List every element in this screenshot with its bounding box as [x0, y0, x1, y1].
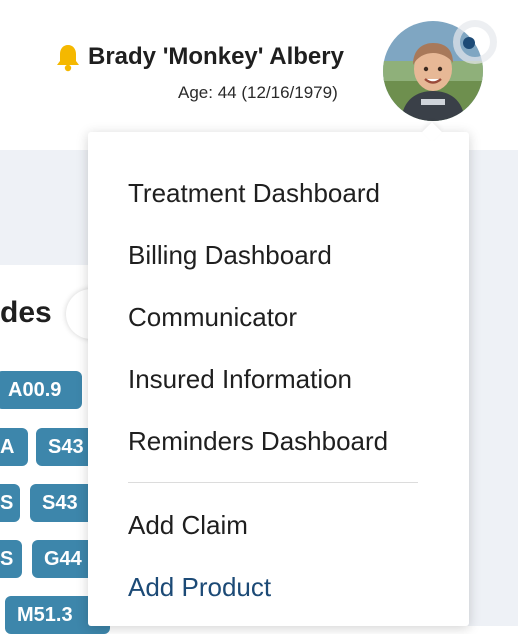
menu-item-insured-information[interactable]: Insured Information [128, 364, 352, 395]
code-chip[interactable]: S [0, 540, 22, 578]
menu-item-billing-dashboard[interactable]: Billing Dashboard [128, 240, 332, 271]
menu-item-add-product[interactable]: Add Product [128, 572, 271, 603]
menu-item-treatment-dashboard[interactable]: Treatment Dashboard [128, 178, 380, 209]
status-dot-icon [463, 37, 475, 49]
menu-item-communicator[interactable]: Communicator [128, 302, 297, 333]
code-chip[interactable]: A [0, 428, 28, 466]
presence-ring [453, 20, 497, 64]
bell-icon[interactable] [55, 43, 81, 73]
codes-card-title: des [0, 296, 52, 329]
menu-divider [128, 482, 418, 483]
code-chip[interactable]: A00.9 [0, 371, 82, 409]
menu-item-add-claim[interactable]: Add Claim [128, 510, 248, 541]
patient-age: Age: 44 (12/16/1979) [178, 83, 338, 102]
code-chip[interactable]: S [0, 484, 20, 522]
menu-item-reminders-dashboard[interactable]: Reminders Dashboard [128, 426, 388, 457]
patient-name: Brady 'Monkey' Albery [88, 43, 344, 70]
